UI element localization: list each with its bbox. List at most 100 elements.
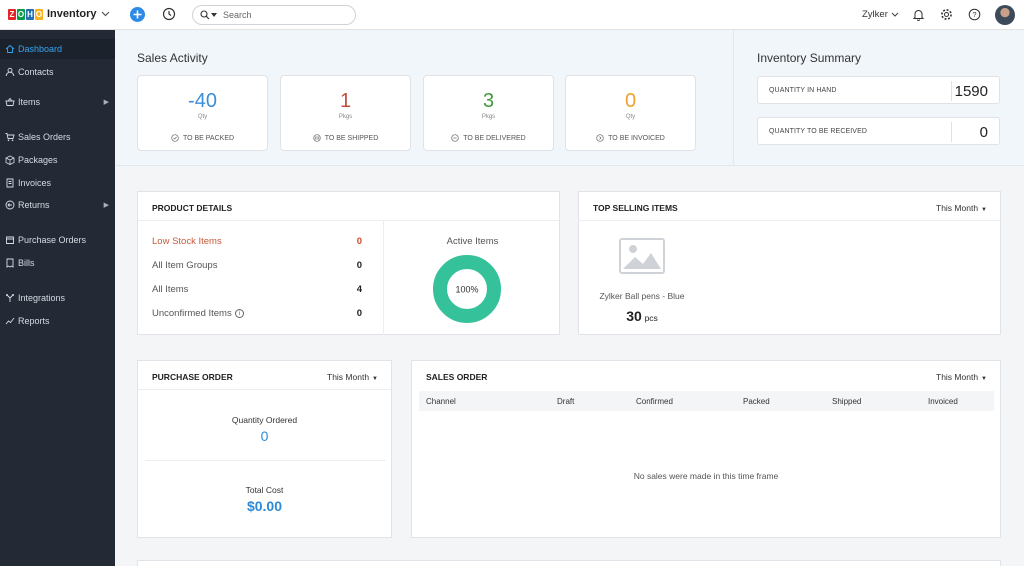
next-panel-edge bbox=[137, 560, 1001, 566]
search-box[interactable] bbox=[192, 5, 356, 25]
activity-label-text: TO BE INVOICED bbox=[608, 134, 665, 142]
product-row-value: 0 bbox=[356, 308, 362, 319]
sidebar-item-items[interactable]: Items ▶ bbox=[0, 92, 115, 112]
purchase-icon bbox=[6, 236, 14, 244]
divider bbox=[733, 30, 734, 166]
activity-label-text: TO BE DELIVERED bbox=[463, 134, 526, 142]
activity-unit: Pkgs bbox=[481, 114, 496, 120]
caret-down-icon[interactable] bbox=[211, 13, 217, 17]
column-header-invoiced: Invoiced bbox=[928, 397, 958, 406]
dropdown-value: This Month bbox=[327, 372, 370, 382]
active-items-title: Active Items bbox=[446, 236, 499, 247]
donut-label: 100% bbox=[455, 285, 478, 295]
activity-label: TO BE SHIPPED bbox=[281, 134, 410, 142]
product-row-unconfirmed[interactable]: Unconfirmed Items i 0 bbox=[152, 308, 362, 319]
info-icon[interactable]: i bbox=[234, 308, 244, 318]
top-selling-panel: TOP SELLING ITEMS This Month ▼ Zylker Bal… bbox=[578, 191, 1001, 335]
period-dropdown[interactable]: This Month ▼ bbox=[936, 372, 987, 382]
product-details-panel: PRODUCT DETAILS Low Stock Items 0 All It… bbox=[137, 191, 560, 335]
activity-label: TO BE PACKED bbox=[138, 134, 267, 142]
empty-state-message: No sales were made in this time frame bbox=[633, 471, 779, 481]
sidebar-item-packages[interactable]: Packages bbox=[0, 150, 115, 170]
sales-order-panel: SALES ORDER This Month ▼ Channel Draft Co… bbox=[411, 360, 1001, 538]
activity-card-to-be-packed[interactable]: -40 Qty TO BE PACKED bbox=[137, 75, 268, 151]
reports-icon bbox=[5, 317, 15, 325]
column-header-channel: Channel bbox=[426, 397, 456, 406]
sales-activity-title: Sales Activity bbox=[137, 51, 208, 65]
product-row-all-items[interactable]: All Items 4 bbox=[152, 284, 362, 295]
activity-label: TO BE INVOICED bbox=[566, 134, 695, 142]
top-bar: Z O H O Inventory Zylker ? bbox=[0, 0, 1024, 30]
sidebar-item-invoices[interactable]: Invoices bbox=[0, 173, 115, 193]
cart-icon bbox=[5, 133, 15, 142]
column-header-confirmed: Confirmed bbox=[636, 397, 673, 406]
top-item-qty-unit: pcs bbox=[644, 313, 658, 323]
inventory-row-to-be-received: QUANTITY TO BE RECEIVED 0 bbox=[757, 117, 1000, 145]
sidebar-item-integrations[interactable]: Integrations bbox=[0, 288, 115, 308]
product-row-label: Unconfirmed Items bbox=[152, 308, 232, 319]
sidebar-item-label: Packages bbox=[18, 155, 58, 165]
history-icon[interactable] bbox=[162, 7, 176, 21]
zoho-logo: Z O H O bbox=[8, 8, 44, 20]
activity-unit: Pkgs bbox=[338, 114, 353, 120]
sidebar-item-label: Reports bbox=[18, 316, 50, 326]
panel-header: TOP SELLING ITEMS This Month ▼ bbox=[579, 192, 1000, 221]
caret-down-icon: ▼ bbox=[981, 207, 987, 213]
sidebar-item-label: Invoices bbox=[18, 178, 52, 188]
product-row-item-groups[interactable]: All Item Groups 0 bbox=[152, 260, 362, 271]
period-dropdown[interactable]: This Month ▼ bbox=[936, 203, 987, 213]
integrations-icon bbox=[6, 294, 14, 302]
sidebar-item-returns[interactable]: Returns ▶ bbox=[0, 195, 115, 215]
top-item-qty-value: 30 bbox=[626, 308, 642, 324]
sidebar-item-dashboard[interactable]: Dashboard bbox=[0, 39, 115, 59]
sidebar-item-label: Integrations bbox=[18, 293, 66, 303]
product-row-label: Low Stock Items bbox=[152, 236, 222, 247]
sidebar-item-reports[interactable]: Reports bbox=[0, 311, 115, 331]
inventory-row-in-hand: QUANTITY IN HAND 1590 bbox=[757, 76, 1000, 104]
sidebar-item-label: Contacts bbox=[18, 67, 54, 77]
sidebar-item-contacts[interactable]: Contacts bbox=[0, 62, 115, 82]
sidebar-item-label: Items bbox=[18, 97, 41, 107]
gear-icon[interactable] bbox=[940, 8, 953, 21]
quantity-ordered-label: Quantity Ordered bbox=[231, 415, 298, 425]
activity-card-to-be-shipped[interactable]: 1 Pkgs TO BE SHIPPED bbox=[280, 75, 411, 151]
product-row-label: All Item Groups bbox=[152, 260, 218, 271]
search-input[interactable] bbox=[223, 10, 343, 20]
sidebar-item-sales-orders[interactable]: Sales Orders bbox=[0, 127, 115, 147]
plus-icon bbox=[133, 10, 142, 19]
sidebar-item-purchase-orders[interactable]: Purchase Orders bbox=[0, 230, 115, 250]
sidebar-item-label: Purchase Orders bbox=[18, 235, 87, 245]
product-row-low-stock[interactable]: Low Stock Items 0 bbox=[152, 236, 362, 247]
avatar[interactable] bbox=[995, 5, 1015, 25]
activity-value: 1 bbox=[339, 90, 352, 112]
sidebar-item-label: Bills bbox=[18, 258, 35, 268]
quantity-ordered-value: 0 bbox=[260, 428, 269, 444]
org-switcher[interactable]: Zylker bbox=[862, 9, 899, 20]
quick-create-button[interactable] bbox=[130, 7, 145, 22]
period-dropdown[interactable]: This Month ▼ bbox=[327, 372, 378, 382]
package-icon bbox=[5, 155, 15, 165]
top-item-quantity: 30 pcs bbox=[579, 308, 705, 324]
dropdown-value: This Month bbox=[936, 372, 979, 382]
truck-circle-icon bbox=[313, 134, 321, 142]
total-cost-label: Total Cost bbox=[245, 485, 284, 495]
bill-icon bbox=[6, 258, 14, 268]
chevron-down-icon bbox=[101, 11, 109, 17]
sidebar-item-label: Returns bbox=[18, 200, 50, 210]
logo-letter: O bbox=[35, 8, 43, 20]
top-item-name[interactable]: Zylker Ball pens - Blue bbox=[579, 291, 705, 301]
help-icon[interactable]: ? bbox=[968, 8, 981, 21]
activity-card-to-be-invoiced[interactable]: 0 Qty TO BE INVOICED bbox=[565, 75, 696, 151]
panel-title: PURCHASE ORDER bbox=[152, 372, 233, 382]
active-items-donut[interactable]: 100% bbox=[432, 254, 502, 324]
sidebar-item-bills[interactable]: Bills bbox=[0, 253, 115, 273]
home-icon bbox=[5, 44, 15, 53]
divider bbox=[951, 122, 952, 142]
app-logo[interactable]: Z O H O Inventory bbox=[8, 8, 110, 20]
activity-card-to-be-delivered[interactable]: 3 Pkgs TO BE DELIVERED bbox=[423, 75, 554, 151]
search-icon bbox=[200, 10, 210, 20]
org-name: Zylker bbox=[862, 9, 888, 20]
bell-icon[interactable] bbox=[912, 8, 925, 21]
panel-header: SALES ORDER This Month ▼ bbox=[412, 361, 1000, 390]
panel-title: PRODUCT DETAILS bbox=[152, 203, 233, 213]
